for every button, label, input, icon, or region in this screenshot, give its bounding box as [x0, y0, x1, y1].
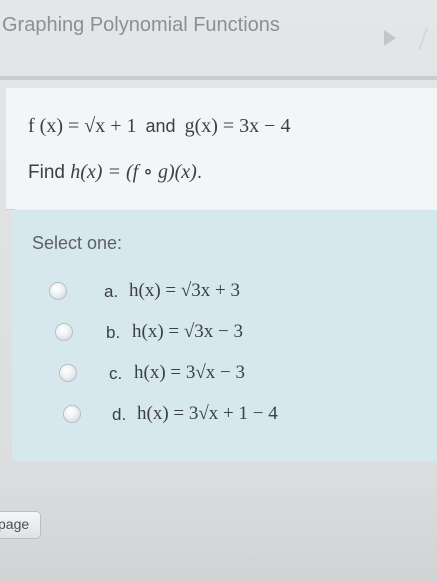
chevron-right-icon[interactable]: [384, 30, 396, 46]
radio-option-a[interactable]: [50, 283, 66, 299]
question-panel: f (x) = √x + 1 and g(x) = 3x − 4 Find h(…: [0, 84, 437, 464]
radio-option-d[interactable]: [64, 406, 80, 422]
answer-options-box: Select one: a. h(x) = √3x + 3 b. h(x) = …: [12, 209, 437, 461]
option-expression: h(x) = √3x + 3: [129, 280, 241, 301]
question-text-box: f (x) = √x + 1 and g(x) = 3x − 4 Find h(…: [6, 88, 437, 210]
tab-edge-icon: [399, 28, 429, 50]
g-definition: g(x) = 3x − 4: [184, 115, 291, 137]
page-button[interactable]: page: [0, 512, 40, 538]
option-c[interactable]: c. h(x) = 3√x − 3: [12, 359, 437, 389]
page-button-label: page: [0, 516, 30, 532]
radio-option-b[interactable]: [56, 324, 72, 340]
page-title: Graphing Polynomial Functions: [2, 14, 280, 36]
and-word: and: [145, 116, 176, 136]
option-a[interactable]: a. h(x) = √3x + 3: [12, 277, 437, 307]
option-expression: h(x) = √3x − 3: [132, 321, 244, 342]
f-definition: f (x) = √x + 1: [28, 115, 137, 137]
option-letter: b.: [106, 323, 121, 342]
option-letter: d.: [112, 405, 127, 424]
function-definitions: f (x) = √x + 1 and g(x) = 3x − 4: [28, 115, 290, 138]
select-one-label: Select one:: [32, 233, 123, 253]
option-letter: c.: [109, 364, 123, 383]
find-word: Find: [28, 162, 65, 183]
header-divider: [0, 76, 437, 80]
quiz-screen: Graphing Polynomial Functions f (x) = √x…: [0, 0, 437, 582]
option-b[interactable]: b. h(x) = √3x − 3: [12, 318, 437, 348]
background-shade: [0, 470, 437, 582]
question-prompt: Find h(x) = (f ∘ g)(x).: [28, 159, 202, 184]
title-bar: Graphing Polynomial Functions: [0, 14, 437, 50]
prompt-period: .: [196, 162, 203, 183]
option-expression: h(x) = 3√x − 3: [134, 362, 246, 383]
option-expression: h(x) = 3√x + 1 − 4: [137, 403, 278, 424]
option-d[interactable]: d. h(x) = 3√x + 1 − 4: [12, 400, 437, 430]
h-definition: h(x) = (f ∘ g)(x): [70, 161, 197, 183]
option-letter: a.: [104, 282, 119, 301]
radio-option-c[interactable]: [60, 365, 76, 381]
